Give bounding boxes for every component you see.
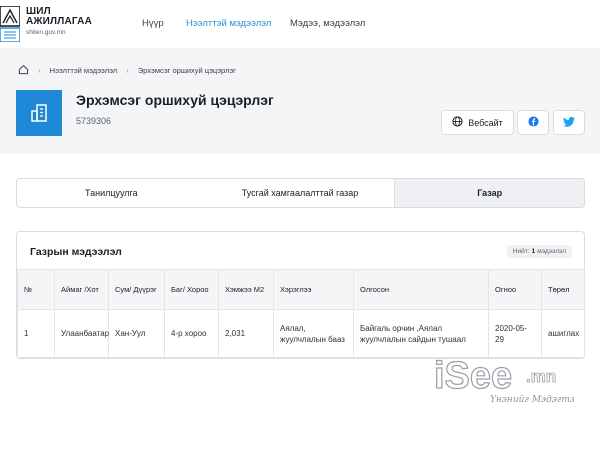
facebook-icon: [527, 114, 539, 132]
building-icon: [16, 90, 62, 136]
home-icon[interactable]: [18, 64, 29, 77]
logo-text: ШИЛ АЖИЛЛАГАА shilen.gov.mn: [26, 7, 92, 37]
count-badge: Нийт: 1 мэдээлэл: [506, 245, 572, 258]
page-title: Эрхэмсэг оршихуй цэцэрлэг: [76, 92, 274, 108]
website-button[interactable]: Вебсайт: [441, 110, 514, 135]
isee-watermark: iSee .mn Үнэнийг Мэдэгтэ: [433, 354, 575, 410]
chevron-right-icon: ›: [38, 66, 41, 75]
globe-icon: [452, 114, 463, 132]
land-table: № Аймаг /Хот Сум/ Дүүрэг Баг/ Хороо Хэмж…: [17, 269, 585, 358]
organization-code: 5739306: [76, 116, 112, 126]
cell-size: 2,031: [218, 309, 274, 358]
column-header[interactable]: Сум/ Дүүрэг: [108, 269, 165, 310]
breadcrumb-item-open-info[interactable]: Нээлттэй мэдээлэл: [50, 66, 117, 75]
column-header[interactable]: №: [17, 269, 55, 310]
page-header: › Нээлттэй мэдээлэл › Эрхэмсэг оршихуй ц…: [0, 48, 600, 154]
nav-news[interactable]: Мэдээ, мэдээлэл: [290, 18, 365, 29]
tab-introduction[interactable]: Танилцуулга: [17, 179, 206, 207]
column-header[interactable]: Олгосон: [353, 269, 489, 310]
column-header[interactable]: Төрөл: [541, 269, 585, 310]
cell-type: ашиглах: [541, 309, 585, 358]
table-row: 1 Улаанбаатар Хан-Уул 4-р хороо 2,031 Ая…: [17, 309, 585, 358]
count-suffix: мэдээлэл: [537, 248, 566, 255]
nav-home[interactable]: Нүүр: [142, 18, 164, 29]
tab-land[interactable]: Газар: [394, 179, 584, 207]
column-header[interactable]: Аймаг /Хот: [54, 269, 109, 310]
column-header[interactable]: Хэрэглээ: [273, 269, 354, 310]
cell-aimag: Улаанбаатар: [54, 309, 109, 358]
logo-mark-icon: [0, 5, 21, 43]
cell-no: 1: [17, 309, 55, 358]
twitter-icon: [563, 114, 575, 132]
content-tabs: Танилцуулга Тусгай хамгаалалттай газар Г…: [16, 178, 585, 208]
cell-granted: Байгаль орчин ,Аялал жуулчлалын сайдын т…: [353, 309, 489, 358]
count-value: 1: [531, 248, 536, 255]
cell-usage: Аялал, жуулчлалын бааз: [273, 309, 354, 358]
table-header-row: № Аймаг /Хот Сум/ Дүүрэг Баг/ Хороо Хэмж…: [17, 269, 585, 310]
twitter-button[interactable]: [553, 110, 585, 135]
website-button-label: Вебсайт: [468, 117, 503, 128]
nav-open-info[interactable]: Нээлттэй мэдээлэл: [186, 18, 271, 29]
cell-bag: 4-р хороо: [164, 309, 219, 358]
land-info-title: Газрын мэдээлэл: [30, 246, 122, 258]
tab-protected-areas[interactable]: Тусгай хамгаалалттай газар: [206, 179, 395, 207]
cell-date: 2020-05-29: [488, 309, 542, 358]
logo-line-2: АЖИЛЛАГАА: [26, 16, 92, 27]
logo-url: shilen.gov.mn: [26, 29, 66, 36]
breadcrumb-item-current: Эрхэмсэг оршихуй цэцэрлэг: [137, 66, 236, 75]
count-prefix: Нийт:: [512, 248, 530, 255]
chevron-right-icon: ›: [126, 66, 129, 75]
facebook-button[interactable]: [517, 110, 549, 135]
column-header[interactable]: Огноо: [488, 269, 542, 310]
svg-text:iSee: iSee: [434, 355, 512, 397]
svg-text:Үнэнийг Мэдэгтэ: Үнэнийг Мэдэгтэ: [490, 395, 574, 405]
cell-sum: Хан-Уул: [108, 309, 165, 358]
svg-text:.mn: .mn: [526, 367, 556, 386]
land-info-card: Газрын мэдээлэл Нийт: 1 мэдээлэл № Аймаг…: [16, 231, 585, 359]
top-navigation: ШИЛ АЖИЛЛАГАА shilen.gov.mn Нүүр Нээлттэ…: [0, 0, 600, 48]
site-logo[interactable]: ШИЛ АЖИЛЛАГАА shilen.gov.mn: [0, 5, 110, 43]
column-header[interactable]: Хэмжээ М2: [218, 269, 274, 310]
breadcrumb: › Нээлттэй мэдээлэл › Эрхэмсэг оршихуй ц…: [18, 64, 236, 77]
column-header[interactable]: Баг/ Хороо: [164, 269, 219, 310]
